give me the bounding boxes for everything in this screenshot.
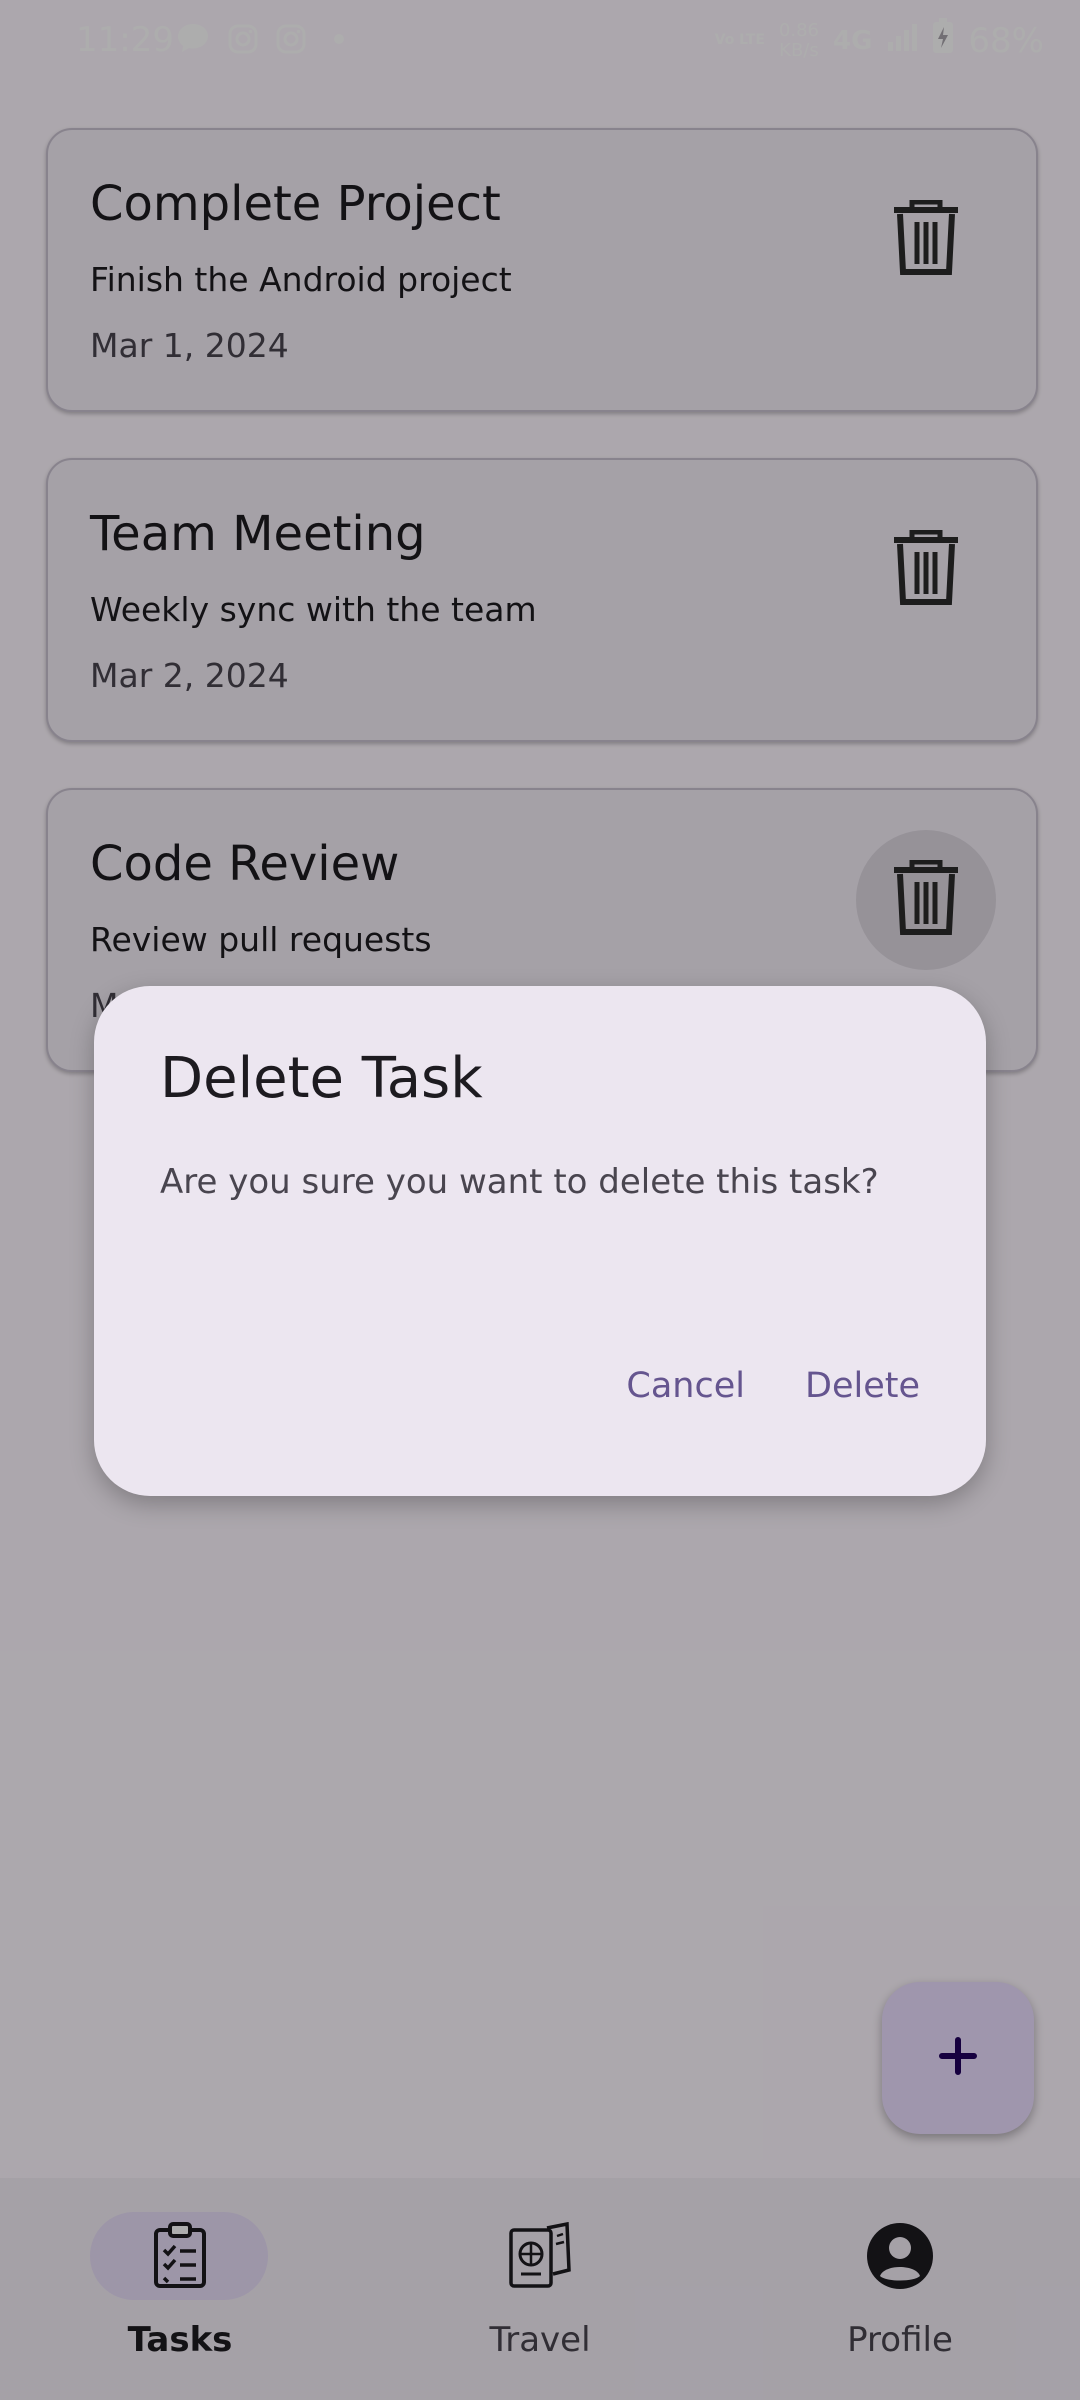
cancel-button[interactable]: Cancel: [626, 1366, 745, 1406]
dialog-message: Are you sure you want to delete this tas…: [160, 1162, 879, 1202]
confirm-delete-button[interactable]: Delete: [805, 1366, 920, 1406]
dialog-actions: Cancel Delete: [626, 1366, 920, 1406]
dialog-title: Delete Task: [160, 1046, 483, 1111]
delete-task-dialog: Delete Task Are you sure you want to del…: [94, 986, 986, 1496]
